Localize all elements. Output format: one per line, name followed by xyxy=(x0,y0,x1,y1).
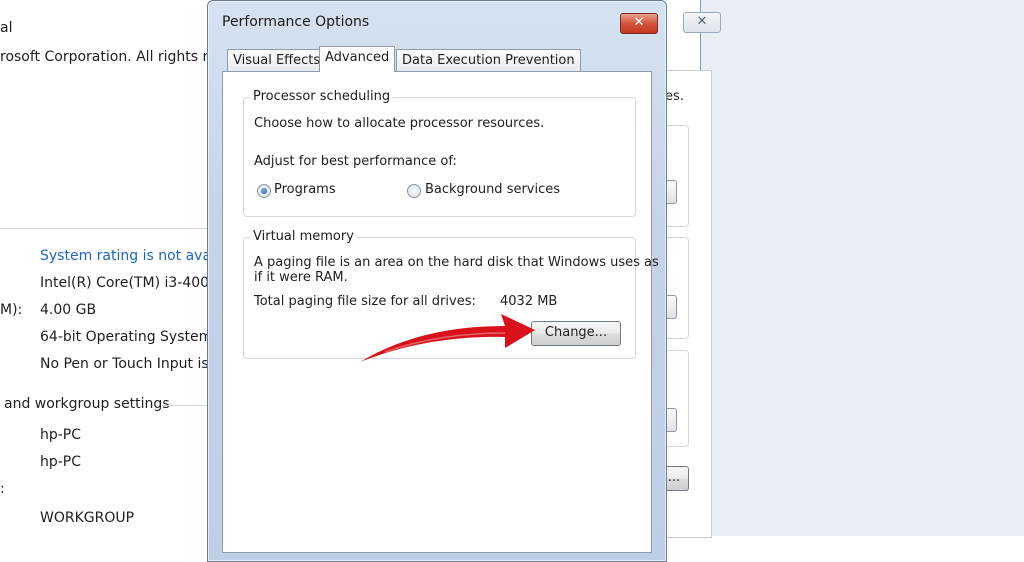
virtual-memory-title: Virtual memory xyxy=(250,229,357,244)
full-computer-name-value: hp-PC xyxy=(40,454,82,470)
performance-options-dialog: Performance Options ✕ Visual Effects Adv… xyxy=(207,0,667,562)
ram-value: 4.00 GB xyxy=(40,302,97,318)
dialog-title: Performance Options xyxy=(222,14,370,30)
copyright-text: rosoft Corporation. All rights re xyxy=(0,49,217,65)
background-services-radio-label[interactable]: Background services xyxy=(425,182,560,197)
system-properties-partial-text: es. xyxy=(665,89,684,104)
processor-value: Intel(R) Core(TM) i3-4005l xyxy=(40,275,222,291)
computer-name-value: hp-PC xyxy=(40,427,82,443)
system-rating-link[interactable]: System rating is not availa xyxy=(40,248,227,264)
user-profiles-settings-button-partial[interactable] xyxy=(666,295,677,319)
virtual-memory-description-line1: A paging file is an area on the hard dis… xyxy=(254,255,659,270)
system-type-value: 64-bit Operating System xyxy=(40,329,213,345)
system-properties-close-button[interactable]: ✕ xyxy=(683,12,721,33)
processor-scheduling-group: Processor scheduling Choose how to alloc… xyxy=(243,89,636,217)
arrow-shape xyxy=(360,314,535,362)
background-services-radio[interactable] xyxy=(407,184,421,198)
programs-radio[interactable] xyxy=(257,184,271,198)
tab-visual-effects[interactable]: Visual Effects xyxy=(227,49,327,72)
pen-touch-value: No Pen or Touch Input is xyxy=(40,356,209,372)
description-label: : xyxy=(0,481,5,497)
virtual-memory-description-line2: if it were RAM. xyxy=(254,270,348,285)
workgroup-section-heading: and workgroup settings xyxy=(4,396,170,412)
workgroup-value: WORKGROUP xyxy=(40,510,135,526)
tab-data-execution-prevention[interactable]: Data Execution Prevention xyxy=(396,49,581,72)
adjust-performance-label: Adjust for best performance of: xyxy=(254,154,457,169)
processor-scheduling-description: Choose how to allocate processor resourc… xyxy=(254,116,545,131)
tab-advanced[interactable]: Advanced xyxy=(319,46,396,72)
processor-scheduling-title: Processor scheduling xyxy=(250,89,394,104)
section-divider xyxy=(162,405,208,406)
dialog-close-button[interactable]: ✕ xyxy=(620,13,658,34)
performance-settings-button-partial[interactable] xyxy=(666,180,677,204)
startup-settings-button-partial[interactable] xyxy=(666,408,677,432)
programs-radio-label[interactable]: Programs xyxy=(274,182,336,197)
system-properties-window xyxy=(700,0,1024,536)
header-partial-text: al xyxy=(0,20,13,36)
ram-label: M): xyxy=(0,302,23,318)
red-annotation-arrow-icon xyxy=(360,314,535,362)
